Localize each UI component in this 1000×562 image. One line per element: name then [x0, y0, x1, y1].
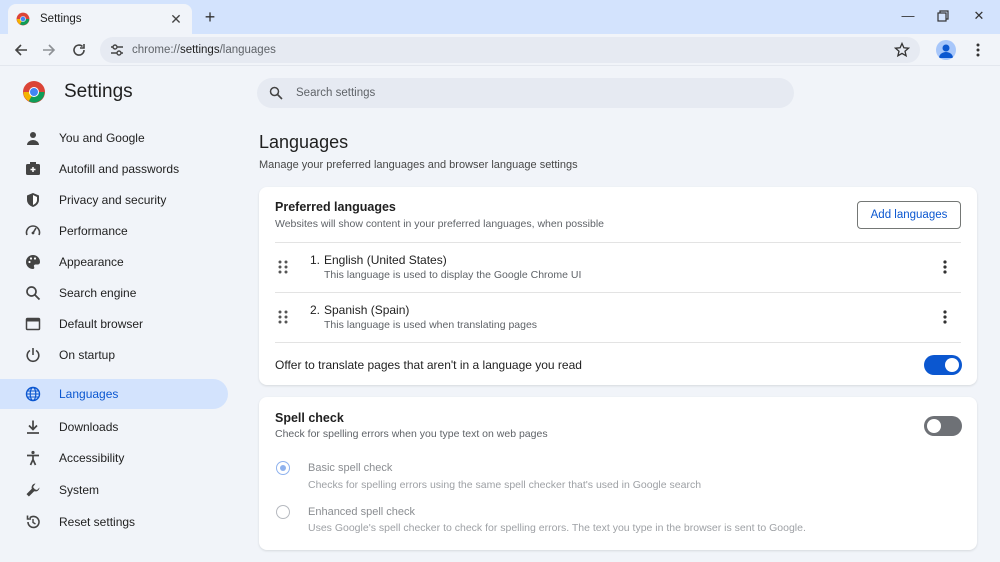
sidebar-item-autofill[interactable]: Autofill and passwords: [0, 154, 228, 184]
offer-translate-label: Offer to translate pages that aren't in …: [275, 358, 582, 372]
autofill-icon: [24, 160, 42, 178]
divider: [275, 342, 961, 343]
sidebar-item-downloads[interactable]: Downloads: [0, 412, 228, 442]
enhanced-spell-check-label: Enhanced spell check: [308, 506, 416, 518]
drag-handle-icon[interactable]: [277, 259, 289, 275]
new-tab-button[interactable]: +: [200, 8, 220, 28]
chrome-logo-icon: [16, 12, 30, 26]
divider: [275, 292, 961, 293]
sidebar-item-search-engine[interactable]: Search engine: [0, 278, 228, 308]
back-arrow-icon[interactable]: [10, 40, 32, 60]
sidebar-item-performance[interactable]: Performance: [0, 216, 228, 246]
address-bar[interactable]: chrome://settings/languages: [100, 37, 920, 63]
language-name: English (United States): [324, 253, 447, 267]
preferred-languages-heading: Preferred languages: [275, 200, 396, 214]
tab-title: Settings: [40, 13, 82, 25]
reset-icon: [24, 513, 42, 531]
toggle-knob: [927, 419, 941, 433]
globe-icon: [24, 385, 42, 403]
preferred-languages-card: Preferred languages Websites will show c…: [259, 187, 977, 385]
language-number: 1.: [310, 253, 321, 267]
sidebar-item-label: On startup: [59, 348, 116, 362]
search-input[interactable]: [296, 87, 756, 99]
download-icon: [24, 418, 42, 436]
shield-icon: [24, 191, 42, 209]
accessibility-icon: [24, 449, 42, 467]
page-title: Languages: [259, 132, 349, 152]
sidebar-item-you-and-google[interactable]: You and Google: [0, 123, 228, 153]
reload-icon[interactable]: [68, 40, 90, 60]
sidebar-item-system[interactable]: System: [0, 475, 228, 505]
preferred-languages-description: Websites will show content in your prefe…: [275, 218, 604, 230]
add-languages-button[interactable]: Add languages: [857, 201, 961, 229]
restore-icon[interactable]: [932, 6, 954, 26]
power-icon: [24, 346, 42, 364]
tab-strip: Settings ✕ + — ✕: [0, 0, 1000, 34]
sidebar-item-privacy[interactable]: Privacy and security: [0, 185, 228, 215]
url-text: chrome://settings/languages: [132, 44, 276, 56]
divider: [275, 242, 961, 243]
language-number: 2.: [310, 303, 321, 317]
enhanced-spell-check-note: Uses Google's spell checker to check for…: [308, 522, 806, 534]
settings-title: Settings: [64, 81, 133, 102]
site-settings-icon[interactable]: [110, 43, 124, 57]
wrench-icon: [24, 481, 42, 499]
toolbar: chrome://settings/languages: [0, 34, 1000, 66]
sidebar-item-label: Autofill and passwords: [59, 162, 180, 176]
page-subtitle: Manage your preferred languages and brow…: [259, 159, 578, 171]
spell-check-description: Check for spelling errors when you type …: [275, 428, 548, 440]
language-note: This language is used to display the Goo…: [324, 269, 582, 281]
basic-spell-check-label: Basic spell check: [308, 462, 393, 474]
sidebar-item-label: Privacy and security: [59, 193, 167, 207]
toggle-knob: [945, 358, 959, 372]
sidebar-item-on-startup[interactable]: On startup: [0, 340, 228, 370]
search-icon: [24, 284, 42, 302]
sidebar-item-label: Accessibility: [59, 451, 125, 465]
sidebar-item-label: Default browser: [59, 317, 144, 331]
sidebar-item-languages[interactable]: Languages: [0, 379, 228, 409]
more-options-icon[interactable]: [941, 259, 949, 275]
sidebar-item-label: Performance: [59, 224, 128, 238]
settings-brand: Settings: [22, 80, 133, 104]
basic-spell-check-note: Checks for spelling errors using the sam…: [308, 479, 702, 491]
sidebar-item-label: Search engine: [59, 286, 137, 300]
close-window-icon[interactable]: ✕: [968, 6, 990, 26]
sidebar-item-reset-settings[interactable]: Reset settings: [0, 507, 228, 537]
sidebar-item-appearance[interactable]: Appearance: [0, 247, 228, 277]
sidebar-item-label: Downloads: [59, 420, 119, 434]
search-settings-box[interactable]: [257, 78, 794, 108]
person-icon: [24, 129, 42, 147]
spell-check-toggle[interactable]: [924, 416, 962, 436]
chrome-logo-icon: [23, 81, 45, 103]
spell-check-card: Spell check Check for spelling errors wh…: [259, 397, 977, 550]
palette-icon: [24, 253, 42, 271]
tab-settings[interactable]: Settings ✕: [8, 4, 192, 34]
sidebar-item-accessibility[interactable]: Accessibility: [0, 443, 228, 473]
minimize-icon[interactable]: —: [897, 6, 919, 26]
sidebar-item-label: Languages: [59, 387, 119, 401]
more-options-icon[interactable]: [941, 309, 949, 325]
close-tab-icon[interactable]: ✕: [168, 12, 184, 26]
sidebar-item-label: Reset settings: [59, 515, 136, 529]
profile-avatar-icon[interactable]: [936, 40, 956, 60]
language-note: This language is used when translating p…: [324, 319, 538, 331]
sidebar-item-label: You and Google: [59, 131, 145, 145]
sidebar-item-label: Appearance: [59, 255, 124, 269]
speedometer-icon: [24, 222, 42, 240]
sidebar-item-label: System: [59, 483, 100, 497]
forward-arrow-icon[interactable]: [38, 40, 60, 60]
spell-check-heading: Spell check: [275, 411, 344, 425]
drag-handle-icon[interactable]: [277, 309, 289, 325]
basic-spell-check-radio[interactable]: [276, 461, 290, 475]
browser-menu-icon[interactable]: [972, 42, 984, 58]
enhanced-spell-check-radio[interactable]: [276, 505, 290, 519]
sidebar-item-default-browser[interactable]: Default browser: [0, 309, 228, 339]
search-icon: [269, 86, 283, 100]
offer-translate-toggle[interactable]: [924, 355, 962, 375]
browser-window-icon: [24, 315, 42, 333]
language-name: Spanish (Spain): [324, 303, 410, 317]
bookmark-star-icon[interactable]: [894, 42, 910, 58]
